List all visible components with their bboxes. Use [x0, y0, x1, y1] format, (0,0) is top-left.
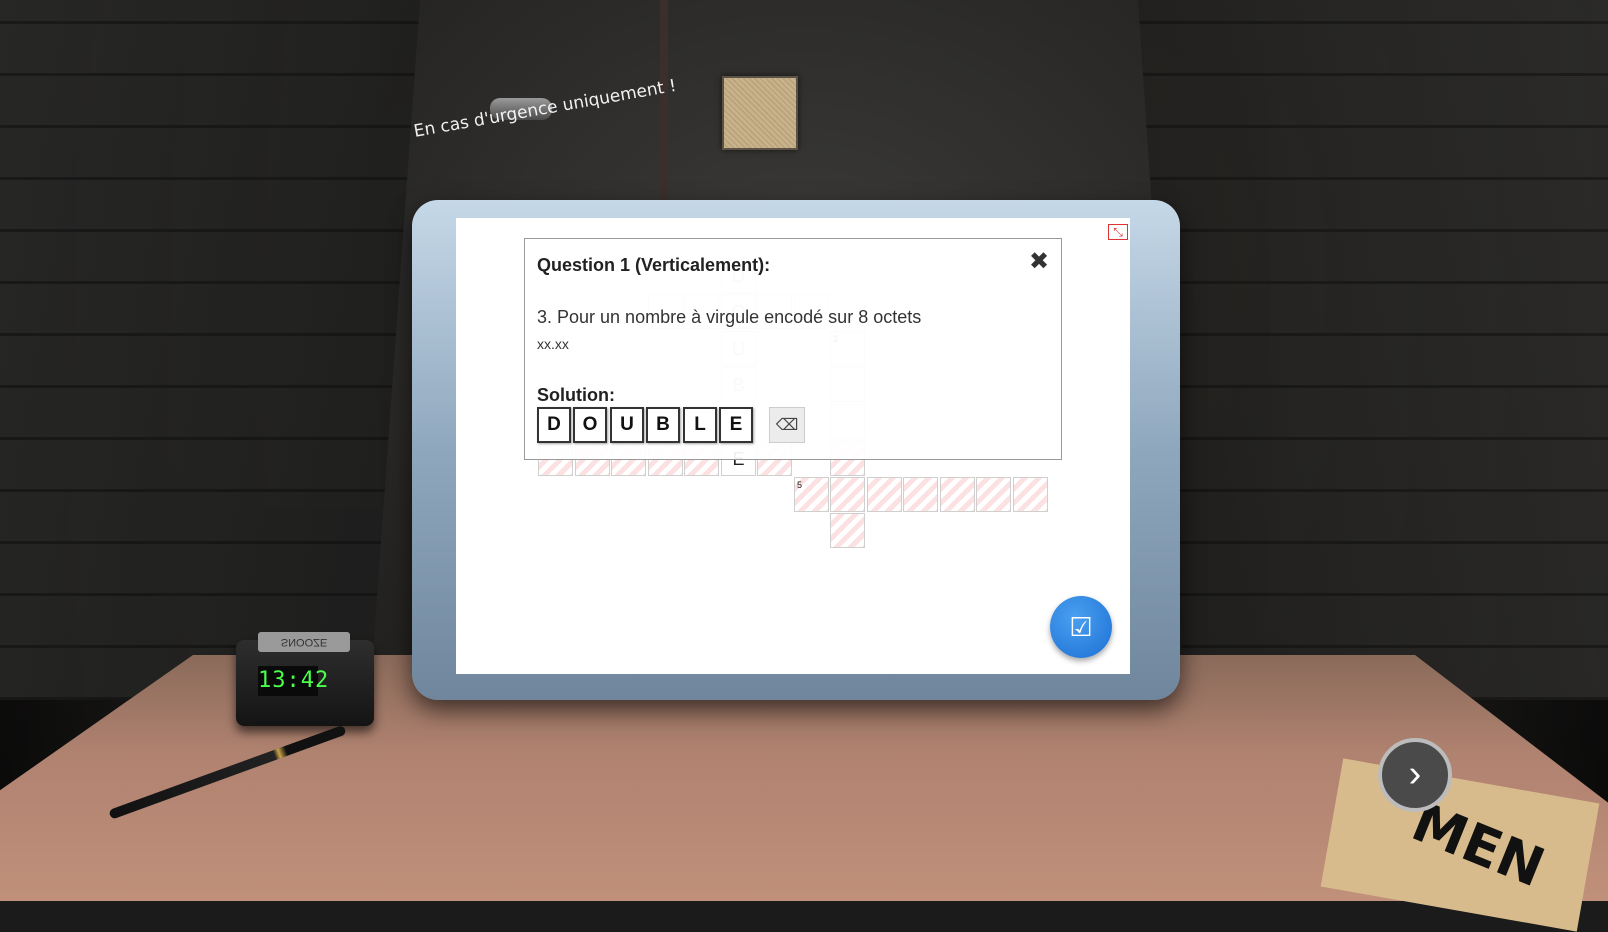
solution-letter-box[interactable]: D	[537, 407, 571, 443]
crossword-cell[interactable]	[830, 513, 865, 548]
answer-format-hint: xx.xx	[537, 336, 569, 352]
solution-letter-box[interactable]: B	[646, 407, 680, 443]
wall-panel-box[interactable]	[722, 76, 798, 150]
solution-letter-box[interactable]: E	[719, 407, 753, 443]
eraser-icon: ⌫	[775, 417, 799, 434]
solution-label: Solution:	[537, 385, 615, 405]
question-text: 3. Pour un nombre à virgule encodé sur 8…	[537, 307, 922, 327]
wall-pipe	[660, 0, 668, 210]
alarm-clock[interactable]: SNOOZE 13:42	[236, 632, 374, 726]
clue-number: 5	[797, 480, 803, 490]
solution-letter-box[interactable]: O	[573, 407, 607, 443]
validate-button[interactable]: ☑	[1050, 596, 1112, 658]
clear-answer-button[interactable]: ⌫	[769, 407, 805, 443]
clock-snooze-button[interactable]: SNOOZE	[258, 632, 350, 652]
crossword-cell[interactable]	[903, 477, 938, 512]
next-button[interactable]: ›	[1378, 738, 1452, 812]
crossword-cell[interactable]	[940, 477, 975, 512]
dialog-title: Question 1 (Verticalement):	[537, 255, 771, 275]
crossword-cell[interactable]	[830, 477, 865, 512]
brick-wall-right	[1138, 0, 1608, 700]
chevron-right-icon: ›	[1408, 753, 1422, 795]
crossword-cell[interactable]: 5	[794, 477, 829, 512]
crossword-cell[interactable]	[1013, 477, 1048, 512]
question-dialog: Question 1 (Verticalement): ✖ 3. Pour un…	[524, 238, 1062, 460]
solution-letter-box[interactable]: L	[683, 407, 717, 443]
brick-wall-left	[0, 0, 420, 700]
clock-display: 13:42	[258, 666, 328, 696]
crossword-cell[interactable]	[867, 477, 902, 512]
crossword-cell[interactable]	[976, 477, 1011, 512]
close-icon[interactable]: ✖	[1029, 247, 1049, 276]
check-icon: ☑	[1069, 612, 1093, 642]
solution-letter-box[interactable]: U	[610, 407, 644, 443]
fullscreen-icon[interactable]: ⤡	[1108, 224, 1128, 240]
